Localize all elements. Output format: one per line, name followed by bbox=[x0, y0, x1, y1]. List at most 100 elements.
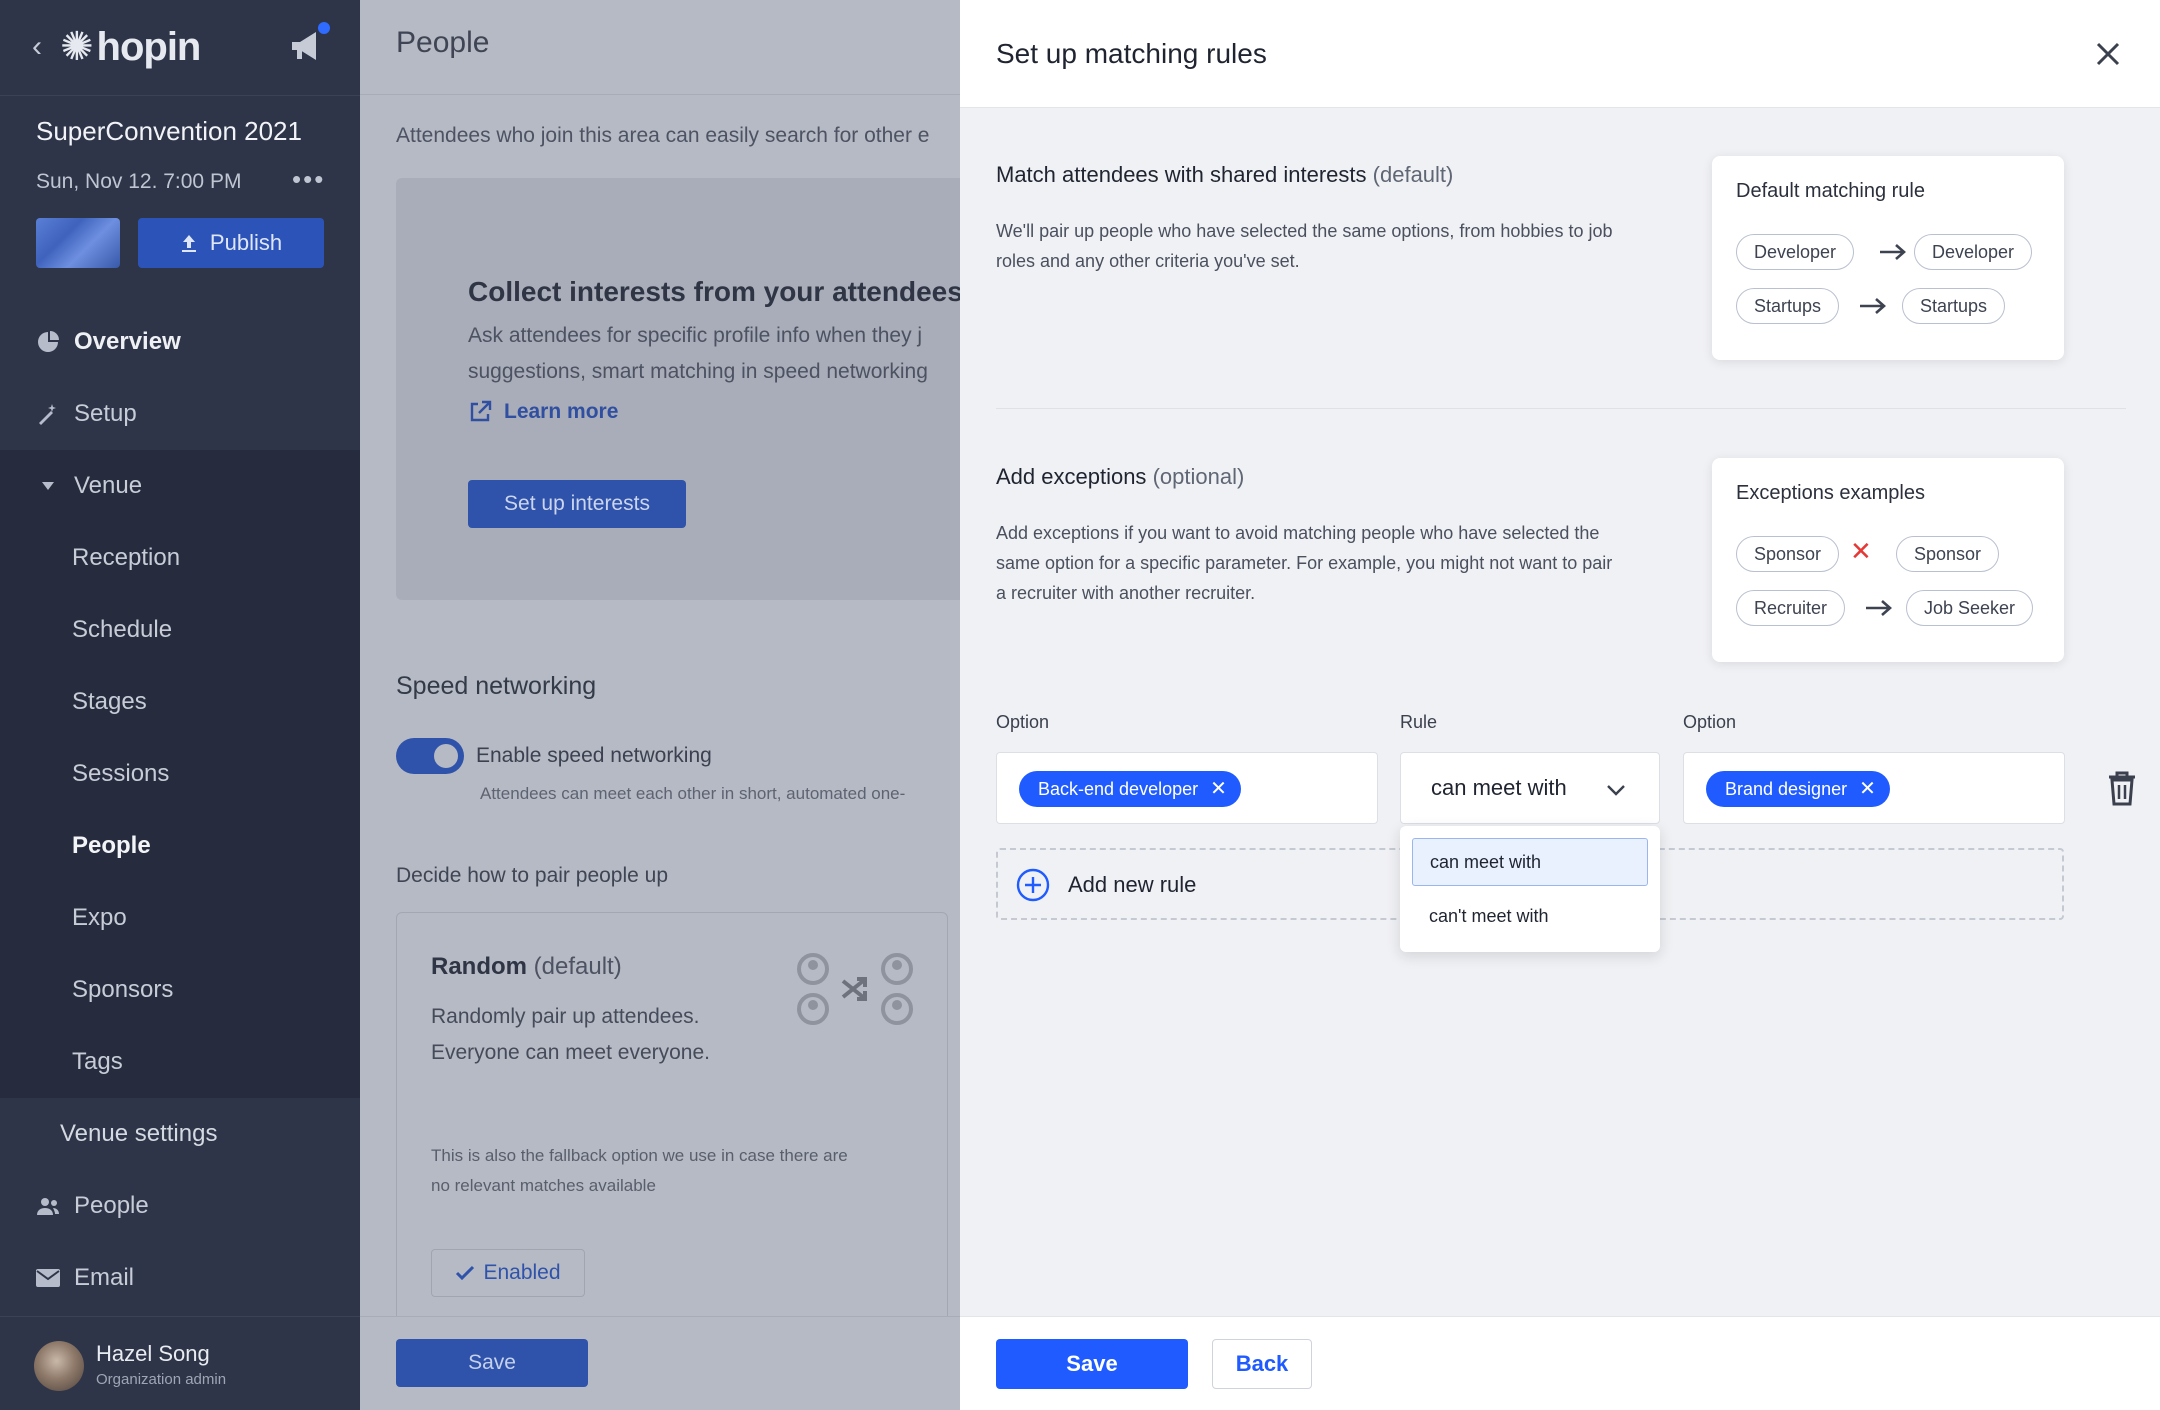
shared-default-tag: (default) bbox=[1372, 162, 1454, 187]
exceptions-examples-card: Exceptions examples Sponsor ✕ Sponsor Re… bbox=[1712, 458, 2064, 662]
toggle-description: Attendees can meet each other in short, … bbox=[480, 784, 906, 803]
shared-interests-description: We'll pair up people who have selected t… bbox=[996, 216, 1656, 276]
rule-label: Rule bbox=[1400, 712, 1438, 732]
magic-wand-icon bbox=[36, 402, 60, 426]
chip-label: Back-end developer bbox=[1038, 778, 1199, 799]
page-save-button[interactable]: Save bbox=[396, 1339, 588, 1387]
sidebar-item-venue-settings[interactable]: Venue settings bbox=[0, 1098, 360, 1170]
example-pill: Developer bbox=[1736, 234, 1855, 270]
sidebar-nav: Overview Setup Venue Reception Schedule … bbox=[0, 306, 360, 1314]
learn-more-label: Learn more bbox=[504, 400, 619, 423]
random-default-tag: (default) bbox=[533, 953, 622, 980]
shuffle-people-icon bbox=[797, 953, 913, 1025]
sidebar-item-tags[interactable]: Tags bbox=[0, 1026, 360, 1098]
rule-select[interactable]: can meet with bbox=[1400, 752, 1660, 824]
sidebar-item-venue[interactable]: Venue bbox=[0, 450, 360, 522]
publish-label: Publish bbox=[209, 230, 283, 255]
publish-button[interactable]: Publish bbox=[138, 218, 324, 268]
user-role: Organization admin bbox=[96, 1371, 227, 1388]
option-chip[interactable]: Brand designer ✕ bbox=[1706, 771, 1890, 807]
sidebar-item-people-venue[interactable]: People bbox=[0, 810, 360, 882]
sidebar-item-people[interactable]: People bbox=[0, 1170, 360, 1242]
random-title: Random (default) bbox=[431, 953, 622, 981]
chip-label: Brand designer bbox=[1725, 778, 1848, 799]
example-pill: Developer bbox=[1914, 234, 2033, 270]
hopin-swirl-icon: ✺ bbox=[60, 25, 94, 69]
save-button[interactable]: Save bbox=[996, 1339, 1188, 1389]
exceptions-line: Add exceptions if you want to avoid matc… bbox=[996, 523, 1600, 543]
venue-section: Venue Reception Schedule Stages Sessions… bbox=[0, 450, 360, 1098]
drawer-footer: Save Back bbox=[960, 1316, 2160, 1410]
option-2-field[interactable]: Brand designer ✕ bbox=[1683, 752, 2065, 824]
dropdown-option-cant-meet[interactable]: can't meet with bbox=[1412, 892, 1648, 940]
enabled-button[interactable]: Enabled bbox=[431, 1249, 585, 1297]
sidebar-item-expo[interactable]: Expo bbox=[0, 882, 360, 954]
remove-chip-icon[interactable]: ✕ bbox=[1859, 779, 1876, 799]
chevron-down-icon bbox=[1607, 785, 1625, 796]
random-note: This is also the fallback option we use … bbox=[431, 1141, 848, 1201]
option-1-field[interactable]: Back-end developer ✕ bbox=[996, 752, 1378, 824]
pie-chart-icon bbox=[36, 330, 60, 354]
sidebar-item-reception[interactable]: Reception bbox=[0, 522, 360, 594]
sidebar-item-schedule[interactable]: Schedule bbox=[0, 594, 360, 666]
drawer-title: Set up matching rules bbox=[996, 38, 1267, 69]
shared-line: We'll pair up people who have selected t… bbox=[996, 221, 1613, 241]
event-date: Sun, Nov 12. 7:00 PM bbox=[36, 170, 242, 193]
option-chip[interactable]: Back-end developer ✕ bbox=[1019, 771, 1241, 807]
event-name: SuperConvention 2021 bbox=[36, 116, 302, 146]
rule-dropdown-menu: can meet with can't meet with bbox=[1400, 826, 1660, 952]
sidebar-item-sponsors[interactable]: Sponsors bbox=[0, 954, 360, 1026]
speed-networking-title: Speed networking bbox=[396, 672, 597, 700]
dropdown-option-can-meet[interactable]: can meet with bbox=[1412, 838, 1648, 886]
example-pill: Sponsor bbox=[1736, 536, 1840, 572]
remove-chip-icon[interactable]: ✕ bbox=[1210, 779, 1227, 799]
random-title-text: Random bbox=[431, 953, 527, 980]
set-up-interests-button[interactable]: Set up interests bbox=[468, 480, 686, 528]
sidebar-header: ‹ ✺ hopin bbox=[0, 0, 360, 96]
card-title: Exceptions examples bbox=[1736, 482, 1925, 504]
random-pairing-card[interactable]: Random (default) Randomly pair up attend… bbox=[396, 912, 948, 1332]
external-link-icon bbox=[470, 400, 492, 422]
back-button[interactable]: Back bbox=[1212, 1339, 1312, 1389]
sidebar-item-sessions[interactable]: Sessions bbox=[0, 738, 360, 810]
collect-text-line: suggestions, smart matching in speed net… bbox=[468, 360, 928, 383]
people-page: People Attendees who join this area can … bbox=[360, 0, 960, 1410]
sidebar: ‹ ✺ hopin SuperConvention 2021 Sun, Nov 1… bbox=[0, 0, 360, 1410]
rule-select-value: can meet with bbox=[1431, 775, 1567, 800]
arrow-right-icon bbox=[1860, 298, 1886, 314]
cross-icon: ✕ bbox=[1850, 536, 1872, 566]
sidebar-item-stages[interactable]: Stages bbox=[0, 666, 360, 738]
email-icon bbox=[36, 1266, 60, 1290]
more-options-icon[interactable]: ••• bbox=[292, 164, 325, 195]
event-thumbnail[interactable] bbox=[36, 218, 120, 268]
example-pill: Startups bbox=[1736, 288, 1840, 324]
matching-rules-drawer: Set up matching rules Match attendees wi… bbox=[960, 0, 2160, 1410]
sidebar-item-email[interactable]: Email bbox=[0, 1242, 360, 1314]
exceptions-title: Add exceptions (optional) bbox=[996, 464, 1244, 490]
example-pill: Job Seeker bbox=[1906, 590, 2034, 626]
logo-text: hopin bbox=[96, 25, 202, 69]
page-description: Attendees who join this area can easily … bbox=[396, 124, 930, 147]
random-note-line: no relevant matches available bbox=[431, 1176, 656, 1195]
user-profile[interactable]: Hazel Song Organization admin bbox=[0, 1316, 360, 1410]
default-rule-card: Default matching rule Developer Develope… bbox=[1712, 156, 2064, 360]
section-divider bbox=[996, 408, 2126, 409]
exceptions-optional-tag: (optional) bbox=[1152, 464, 1245, 489]
enabled-label: Enabled bbox=[483, 1261, 561, 1284]
hopin-logo[interactable]: ✺ hopin bbox=[60, 24, 202, 70]
exceptions-title-text: Add exceptions bbox=[996, 464, 1147, 489]
collect-title: Collect interests from your attendees bbox=[468, 276, 960, 307]
learn-more-link[interactable]: Learn more bbox=[468, 400, 618, 424]
back-chevron-icon[interactable]: ‹ bbox=[32, 30, 42, 64]
sidebar-item-setup[interactable]: Setup bbox=[0, 378, 360, 450]
sidebar-item-label: Email bbox=[74, 1264, 135, 1291]
close-icon[interactable] bbox=[2092, 38, 2124, 70]
trash-icon[interactable] bbox=[2106, 770, 2138, 806]
sidebar-item-overview[interactable]: Overview bbox=[0, 306, 360, 378]
shared-line: roles and any other criteria you've set. bbox=[996, 251, 1300, 271]
shared-title-text: Match attendees with shared interests bbox=[996, 162, 1367, 187]
random-line: Randomly pair up attendees. bbox=[431, 1005, 700, 1028]
speed-networking-toggle[interactable] bbox=[396, 738, 464, 774]
exceptions-line: a recruiter with another recruiter. bbox=[996, 583, 1256, 603]
header-divider bbox=[360, 94, 960, 95]
